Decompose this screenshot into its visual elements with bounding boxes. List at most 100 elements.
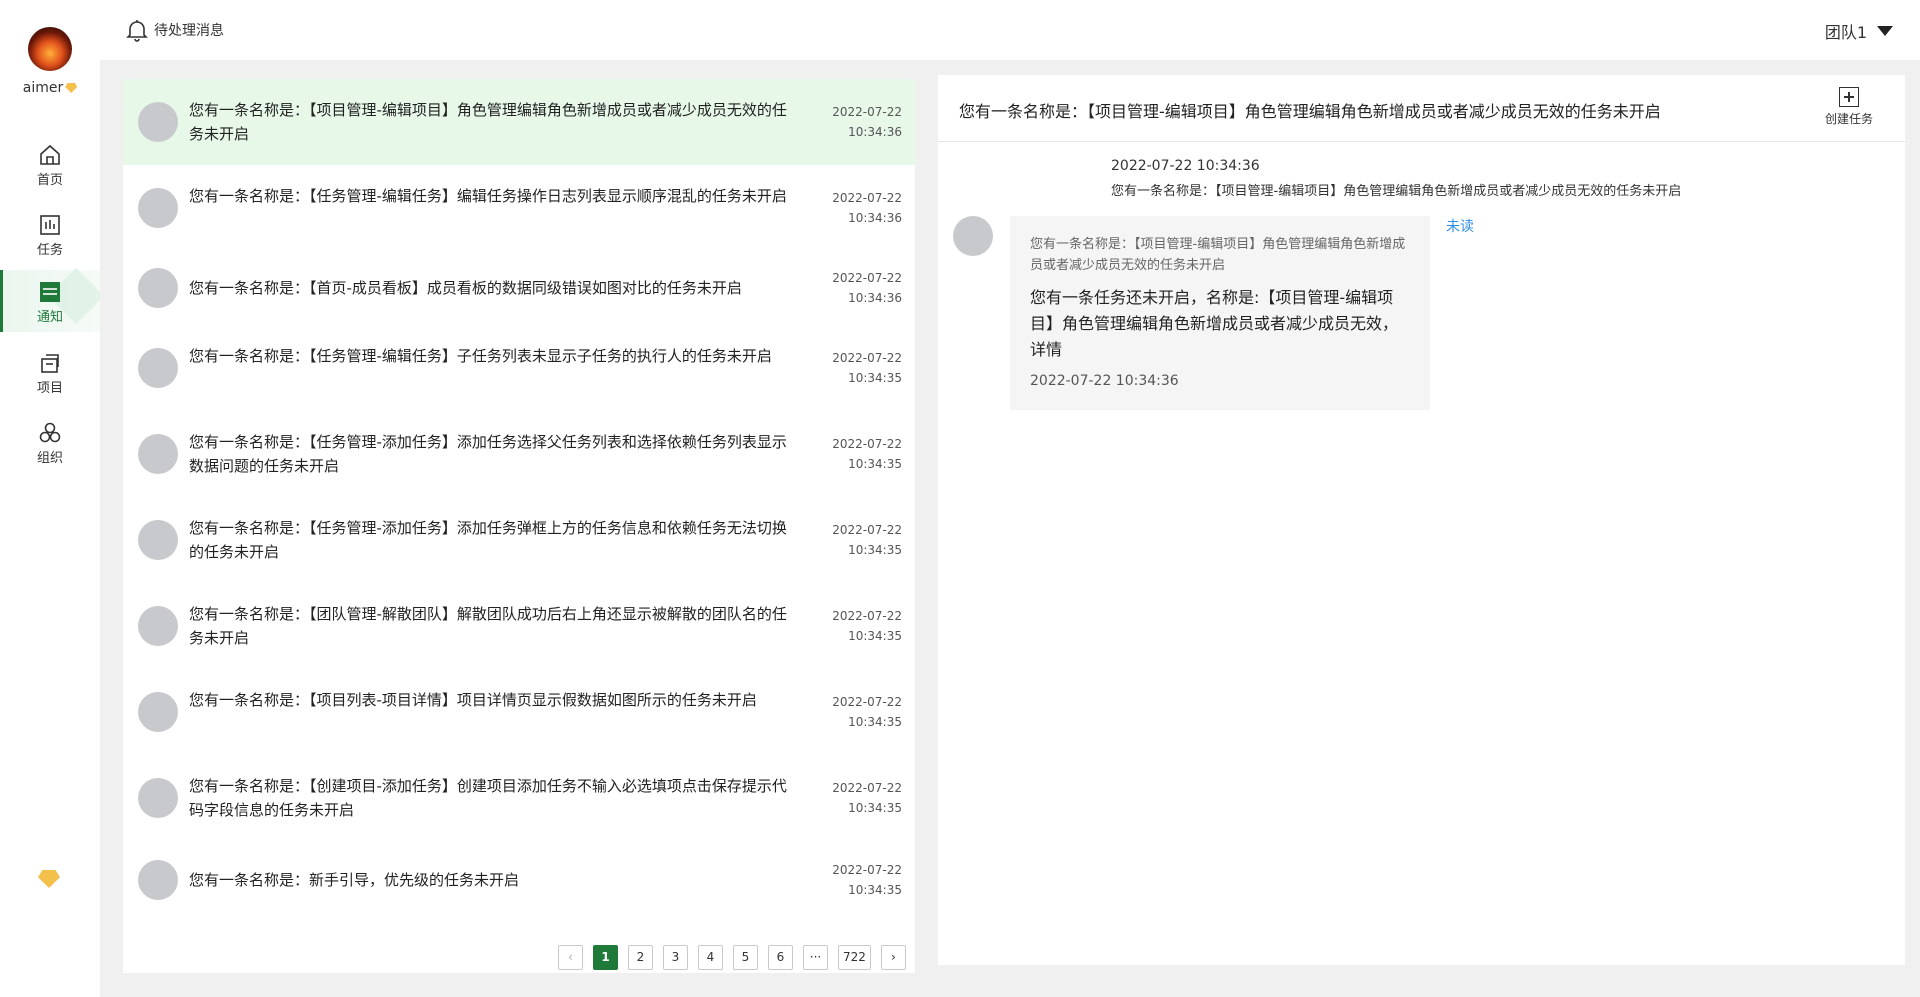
message-item[interactable]: 您有一条名称是：【团队管理-解散团队】解散团队成功后右上角还显示被解散的团队名的…: [123, 595, 915, 681]
message-clock: 10:34:35: [848, 715, 902, 729]
message-time: 2022-07-22 10:34:35: [812, 860, 902, 900]
message-avatar: [138, 692, 178, 732]
message-text: 您有一条名称是：【任务管理-添加任务】添加任务选择父任务列表和选择依赖任务列表显…: [189, 433, 787, 475]
username: aimer: [0, 80, 100, 96]
summary-text: 您有一条名称是：【项目管理-编辑项目】角色管理编辑角色新增成员或者减少成员无效的…: [1111, 184, 1682, 199]
message-item[interactable]: 您有一条名称是：【任务管理-编辑任务】子任务列表未显示子任务的执行人的任务未开启…: [123, 337, 915, 423]
message-time: 2022-07-22 10:34:35: [812, 434, 902, 474]
nav-item-notifications[interactable]: 通知: [0, 267, 105, 332]
nav-label-tasks: 任务: [36, 243, 63, 258]
bubble-time: 2022-07-22 10:34:36: [1030, 373, 1179, 389]
create-task-button[interactable]: 创建任务: [1821, 87, 1877, 127]
nav-label-notifications: 通知: [36, 310, 63, 325]
message-avatar: [138, 860, 178, 900]
caret-down-icon: [1877, 26, 1893, 36]
message-time: 2022-07-22 10:34:36: [812, 102, 902, 142]
plus-square-icon: [1839, 87, 1859, 107]
message-avatar: [138, 102, 178, 142]
message-item[interactable]: 您有一条名称是：【任务管理-添加任务】添加任务选择父任务列表和选择依赖任务列表显…: [123, 423, 915, 509]
message-avatar: [138, 434, 178, 474]
message-date: 2022-07-22: [832, 191, 902, 205]
page-button[interactable]: 5: [733, 945, 758, 970]
team-selector[interactable]: 团队1: [1825, 19, 1893, 43]
nav-item-tasks[interactable]: 任务: [0, 203, 100, 265]
message-item[interactable]: 您有一条名称是：【创建项目-添加任务】创建项目添加任务不输入必选填项点击保存提示…: [123, 767, 915, 853]
bubble-subtitle: 您有一条名称是：【项目管理-编辑项目】角色管理编辑角色新增成员或者减少成员无效的…: [1030, 237, 1406, 273]
detail-header: 您有一条名称是：【项目管理-编辑项目】角色管理编辑角色新增成员或者减少成员无效的…: [938, 75, 1905, 142]
bubble-body: 您有一条任务还未开启，名称是:【项目管理-编辑项目】角色管理编辑角色新增成员或者…: [1030, 288, 1399, 359]
message-text: 您有一条名称是：【首页-成员看板】成员看板的数据同级错误如图对比的任务未开启: [189, 279, 742, 297]
message-clock: 10:34:36: [848, 125, 902, 139]
message-text: 您有一条名称是：【任务管理-编辑任务】编辑任务操作日志列表显示顺序混乱的任务未开…: [189, 187, 787, 205]
pending-label: 待处理消息: [154, 23, 224, 39]
bell-icon: [126, 20, 148, 42]
vip-badge-icon[interactable]: [38, 870, 60, 888]
next-page-button[interactable]: ›: [880, 945, 906, 970]
summary-time: 2022-07-22 10:34:36: [1111, 158, 1260, 174]
message-detail: 您有一条名称是：【项目管理-编辑项目】角色管理编辑角色新增成员或者减少成员无效的…: [938, 75, 1905, 965]
message-avatar: [138, 606, 178, 646]
message-text: 您有一条名称是：【项目管理-编辑项目】角色管理编辑角色新增成员或者减少成员无效的…: [189, 101, 787, 143]
message-time: 2022-07-22 10:34:35: [812, 692, 902, 732]
message-date: 2022-07-22: [832, 609, 902, 623]
message-clock: 10:34:35: [848, 371, 902, 385]
message-date: 2022-07-22: [832, 863, 902, 877]
message-avatar: [138, 348, 178, 388]
message-bubble: 您有一条名称是：【项目管理-编辑项目】角色管理编辑角色新增成员或者减少成员无效的…: [1010, 216, 1430, 410]
detail-title: 您有一条名称是：【项目管理-编辑项目】角色管理编辑角色新增成员或者减少成员无效的…: [959, 102, 1661, 121]
page-button[interactable]: 2: [628, 945, 653, 970]
nav-item-organization[interactable]: 组织: [0, 411, 100, 473]
message-text: 您有一条名称是：【创建项目-添加任务】创建项目添加任务不输入必选填项点击保存提示…: [189, 777, 787, 819]
nav-label-organization: 组织: [36, 451, 63, 466]
nav-item-projects[interactable]: 项目: [0, 341, 100, 403]
message-clock: 10:34:35: [848, 543, 902, 557]
unread-status[interactable]: 未读: [1446, 216, 1474, 236]
message-item[interactable]: 您有一条名称是：【项目列表-项目详情】项目详情页显示假数据如图所示的任务未开启 …: [123, 681, 915, 767]
organization-icon: [39, 422, 61, 443]
message-time: 2022-07-22 10:34:35: [812, 778, 902, 818]
create-task-label: 创建任务: [1824, 112, 1873, 126]
pending-messages[interactable]: 待处理消息: [126, 18, 224, 42]
page-button[interactable]: 6: [768, 945, 793, 970]
message-time: 2022-07-22 10:34:36: [812, 268, 902, 308]
username-text: aimer: [22, 80, 64, 96]
prev-page-button[interactable]: ‹: [558, 945, 583, 970]
vip-icon: [65, 83, 78, 93]
home-icon: [40, 144, 60, 165]
message-item[interactable]: 您有一条名称是：【首页-成员看板】成员看板的数据同级错误如图对比的任务未开启 2…: [123, 251, 915, 337]
message-time: 2022-07-22 10:34:36: [812, 188, 902, 228]
avatar[interactable]: [28, 27, 72, 71]
message-item[interactable]: 您有一条名称是：【任务管理-添加任务】添加任务弹框上方的任务信息和依赖任务无法切…: [123, 509, 915, 595]
message-time: 2022-07-22 10:34:35: [812, 520, 902, 560]
task-icon: [40, 215, 60, 235]
message-clock: 10:34:35: [848, 457, 902, 471]
message-date: 2022-07-22: [832, 781, 902, 795]
nav-label-home: 首页: [36, 173, 63, 188]
page-button[interactable]: 1: [593, 945, 618, 970]
message-clock: 10:34:36: [848, 291, 902, 305]
nav-label-projects: 项目: [36, 381, 63, 396]
message-date: 2022-07-22: [832, 105, 902, 119]
message-clock: 10:34:35: [848, 629, 902, 643]
nav-item-home[interactable]: 首页: [0, 133, 100, 195]
message-text: 您有一条名称是：【任务管理-编辑任务】子任务列表未显示子任务的执行人的任务未开启: [189, 347, 772, 365]
message-date: 2022-07-22: [832, 695, 902, 709]
message-clock: 10:34:35: [848, 883, 902, 897]
message-date: 2022-07-22: [832, 271, 902, 285]
message-avatar: [138, 188, 178, 228]
pagination: ‹ 1 2 3 4 5 6 ··· 722 ›: [558, 945, 906, 970]
message-clock: 10:34:36: [848, 211, 902, 225]
message-item[interactable]: 您有一条名称是：新手引导，优先级的任务未开启 2022-07-22 10:34:…: [123, 853, 915, 939]
page-button-last[interactable]: 722: [838, 945, 871, 970]
message-item[interactable]: 您有一条名称是：【任务管理-编辑任务】编辑任务操作日志列表显示顺序混乱的任务未开…: [123, 165, 915, 251]
message-time: 2022-07-22 10:34:35: [812, 348, 902, 388]
message-list: 您有一条名称是：【项目管理-编辑项目】角色管理编辑角色新增成员或者减少成员无效的…: [123, 79, 915, 973]
message-date: 2022-07-22: [832, 523, 902, 537]
message-avatar: [138, 778, 178, 818]
sender-avatar: [953, 216, 993, 256]
page-button[interactable]: 3: [663, 945, 688, 970]
team-label: 团队1: [1824, 23, 1867, 42]
message-item[interactable]: 您有一条名称是：【项目管理-编辑项目】角色管理编辑角色新增成员或者减少成员无效的…: [123, 79, 915, 165]
page-button[interactable]: 4: [698, 945, 723, 970]
page-ellipsis-button[interactable]: ···: [803, 945, 828, 970]
